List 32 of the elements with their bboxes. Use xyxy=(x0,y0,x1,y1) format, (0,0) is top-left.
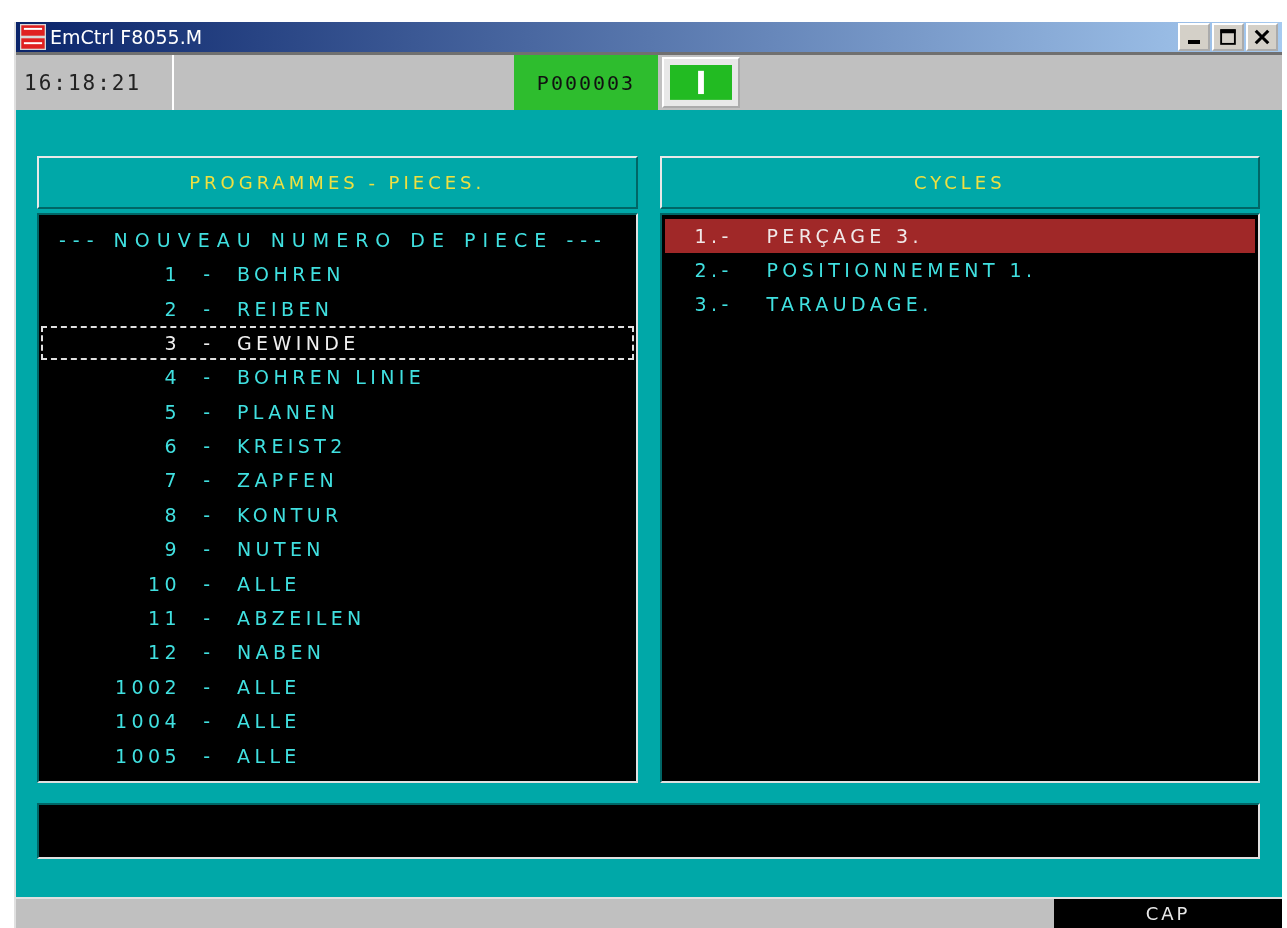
program-item[interactable]: 1 - BOHREN xyxy=(41,256,634,292)
app-icon xyxy=(20,24,46,51)
close-button[interactable] xyxy=(1246,23,1278,52)
program-item[interactable]: 1004 - ALLE xyxy=(41,704,634,739)
minimize-button[interactable] xyxy=(1178,23,1210,52)
program-item[interactable]: 1005 - ALLE xyxy=(41,738,634,773)
run-button[interactable] xyxy=(662,57,740,108)
program-item[interactable]: 8 - KONTUR xyxy=(41,497,634,533)
panel-header: PROGRAMMES - PIECES. xyxy=(37,155,638,209)
mode-indicator: CAP xyxy=(1054,898,1282,928)
bar-icon xyxy=(670,65,732,100)
program-number: P000003 xyxy=(514,55,658,110)
program-item[interactable]: 5 - PLANEN xyxy=(41,394,634,429)
cycle-item[interactable]: 3.- TARAUDAGE. xyxy=(664,286,1255,321)
maximize-button[interactable] xyxy=(1212,23,1244,52)
program-item[interactable]: 2 - REIBEN xyxy=(41,291,634,326)
maximize-icon xyxy=(1218,27,1238,48)
minimize-icon xyxy=(1188,40,1200,45)
window-title: EmCtrl F8055.M xyxy=(50,26,203,49)
program-item[interactable]: 3 - GEWINDE xyxy=(41,325,634,361)
program-item[interactable]: 4 - BOHREN LINIE xyxy=(41,360,634,395)
program-item[interactable]: 9 - NUTEN xyxy=(41,532,634,567)
list-heading: --- NOUVEAU NUMERO DE PIECE --- xyxy=(58,227,609,253)
program-item[interactable]: 12 - NABEN xyxy=(41,635,634,670)
cycle-item[interactable]: 2.- POSITIONNEMENT 1. xyxy=(664,252,1255,287)
program-item[interactable]: 1002 - ALLE xyxy=(41,669,634,705)
panel-header: CYCLES xyxy=(659,155,1260,209)
cycle-item[interactable]: 1.- PERÇAGE 3. xyxy=(664,218,1255,253)
program-item[interactable]: 11 - ABZEILEN xyxy=(41,600,634,636)
program-item[interactable]: 6 - KREIST2 xyxy=(41,428,634,464)
program-item[interactable]: 10 - ALLE xyxy=(41,566,634,601)
program-item[interactable]: 7 - ZAPFEN xyxy=(41,463,634,498)
